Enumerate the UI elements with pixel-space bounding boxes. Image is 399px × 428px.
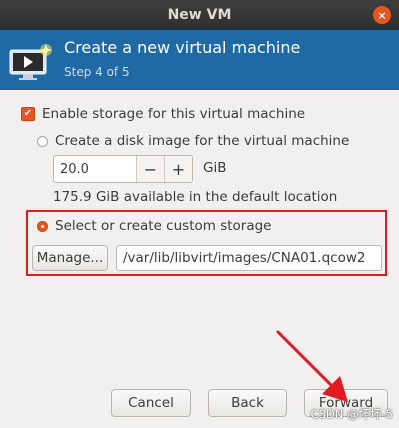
check-icon: ✔	[23, 108, 33, 119]
wizard-header: Create a new virtual machine Step 4 of 5	[0, 30, 399, 90]
close-icon: ×	[377, 8, 387, 22]
create-disk-row[interactable]: Create a disk image for the virtual mach…	[37, 133, 349, 149]
title-bar: New VM ×	[0, 0, 399, 30]
minus-icon: −	[143, 159, 158, 179]
custom-storage-label: Select or create custom storage	[55, 218, 272, 234]
enable-storage-checkbox[interactable]: ✔	[21, 107, 35, 121]
disk-size-unit: GiB	[203, 160, 227, 176]
cancel-button[interactable]: Cancel	[111, 389, 191, 417]
increment-button[interactable]: +	[164, 156, 192, 182]
manage-button-label: Manage...	[36, 250, 104, 266]
manage-button[interactable]: Manage...	[32, 245, 108, 271]
create-disk-label: Create a disk image for the virtual mach…	[55, 133, 350, 149]
disk-size-spinner[interactable]: 20.0 − +	[53, 155, 193, 183]
new-vm-window: New VM × Create a new virtual machine St…	[0, 0, 399, 428]
custom-storage-row[interactable]: Select or create custom storage	[37, 218, 271, 234]
watermark-text: CSDN @坏坏-5	[310, 407, 393, 421]
close-button[interactable]: ×	[373, 6, 391, 24]
header-title: Create a new virtual machine	[64, 38, 301, 57]
step-indicator: Step 4 of 5	[64, 65, 130, 79]
available-space-text: 175.9 GiB available in the default locat…	[53, 189, 338, 205]
create-disk-radio[interactable]	[37, 135, 48, 147]
plus-icon: +	[171, 159, 186, 179]
back-button-label: Back	[231, 395, 264, 411]
disk-size-input[interactable]: 20.0	[54, 156, 136, 182]
storage-path-input[interactable]: /var/lib/libvirt/images/CNA01.qcow2	[116, 245, 382, 271]
enable-storage-label: Enable storage for this virtual machine	[42, 106, 306, 122]
red-arrow-annotation	[276, 330, 348, 402]
enable-storage-row[interactable]: ✔ Enable storage for this virtual machin…	[21, 106, 305, 122]
decrement-button[interactable]: −	[136, 156, 164, 182]
vm-monitor-icon	[9, 44, 52, 80]
cancel-button-label: Cancel	[128, 395, 174, 411]
window-title: New VM	[167, 7, 232, 23]
custom-storage-radio[interactable]	[37, 220, 48, 232]
